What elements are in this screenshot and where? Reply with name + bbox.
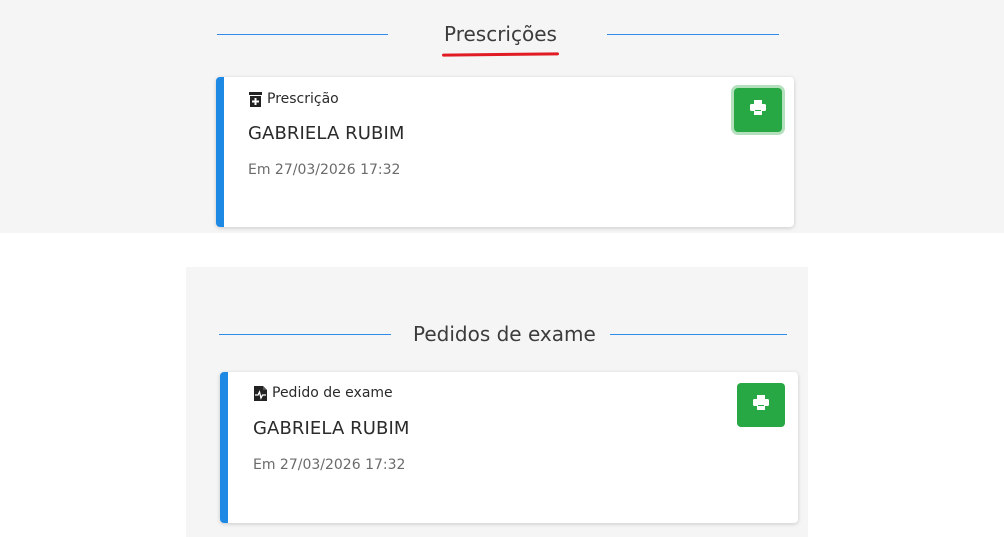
card-type-label: Pedido de exame [272,385,393,401]
print-button[interactable] [737,383,785,427]
header-rule-right [609,333,787,335]
prescription-bottle-icon [249,91,262,107]
section-title-text: Prescrições [444,22,557,46]
header-rule-left [219,333,391,335]
card-date: Em 27/03/2026 17:32 [253,457,406,473]
card-type-row: Prescrição [249,91,339,107]
card-type-row: Pedido de exame [254,385,393,401]
exam-requests-panel: Pedidos de exame Pedido de exame GABRIEL… [186,267,808,537]
prescriptions-panel: Prescrições Prescrição GABRIELA RUBIM Em… [0,0,1004,233]
card-accent-bar [216,77,224,227]
prescription-card[interactable]: Prescrição GABRIELA RUBIM Em 27/03/2026 … [216,77,794,227]
print-icon [750,100,766,120]
file-medical-icon [254,385,267,401]
exam-request-card[interactable]: Pedido de exame GABRIELA RUBIM Em 27/03/… [220,372,798,523]
print-button[interactable] [734,88,782,132]
card-date: Em 27/03/2026 17:32 [248,162,401,178]
patient-name: GABRIELA RUBIM [248,123,405,144]
card-type-label: Prescrição [267,91,339,107]
prescriptions-header: Prescrições [217,22,779,57]
header-rule-left [217,33,388,35]
patient-name: GABRIELA RUBIM [253,418,410,439]
prescriptions-section-title: Prescrições [441,22,559,57]
header-rule-right [606,33,779,35]
card-accent-bar [220,372,228,523]
exam-requests-section-title: Pedidos de exame [413,322,596,346]
print-icon [753,395,769,415]
exam-requests-header: Pedidos de exame [219,322,787,346]
spellcheck-underline [441,52,559,57]
